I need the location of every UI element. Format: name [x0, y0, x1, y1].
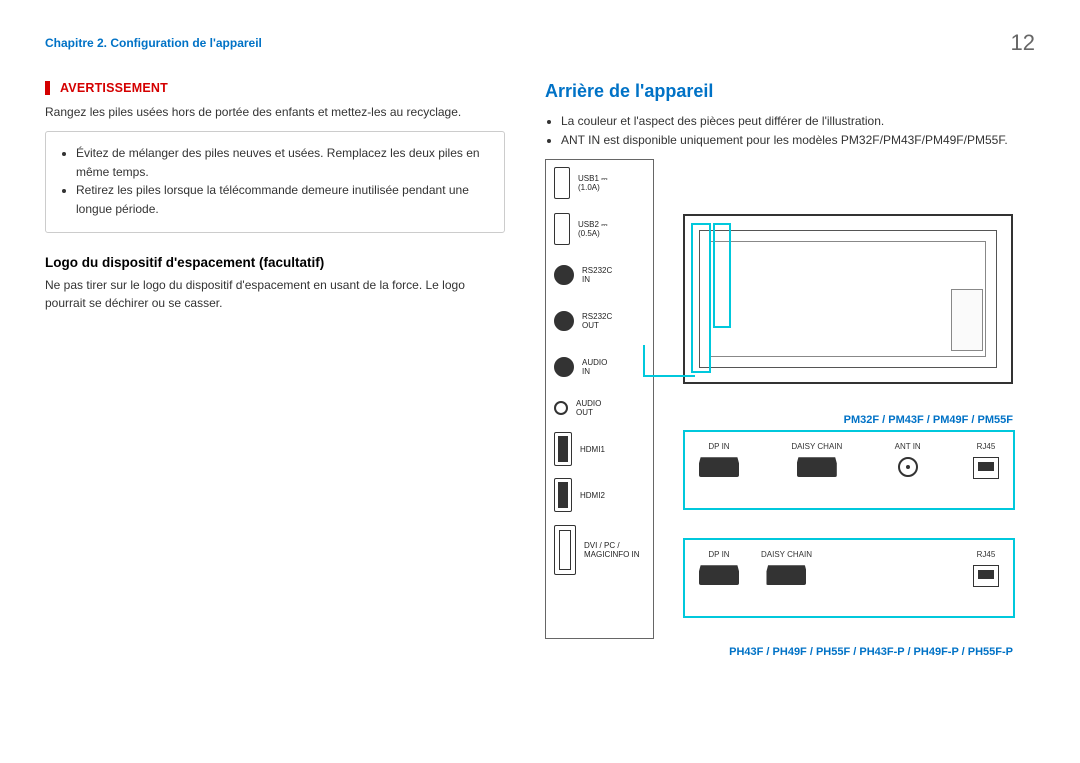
port-audio-out: AUDIO OUT [546, 390, 653, 426]
rs232c-out-label: RS232C OUT [582, 312, 612, 330]
port-hdmi1: HDMI1 [546, 426, 653, 472]
logo-spacer-text: Ne pas tirer sur le logo du dispositif d… [45, 276, 505, 312]
product-variant-label-top: PM32F / PM43F / PM49F / PM55F [683, 414, 1015, 426]
vertical-port-panel: USB1 ⎓ (1.0A) USB2 ⎓ (0.5A) RS232C IN RS232… [545, 159, 654, 639]
connector-lead [643, 345, 693, 375]
logo-spacer-heading: Logo du dispositif d'espacement (faculta… [45, 255, 505, 270]
warning-bullet: Retirez les piles lorsque la télécommand… [76, 181, 490, 218]
dp-in-label: DP IN [708, 442, 729, 451]
daisy-chain-label: DAISY CHAIN [761, 550, 812, 559]
warning-bullet-box: Évitez de mélanger des piles neuves et u… [45, 131, 505, 233]
rs232c-out-port-icon [554, 311, 574, 331]
port-usb1: USB1 ⎓ (1.0A) [546, 160, 653, 206]
highlight-box [713, 223, 731, 328]
io-ant-in: ANT IN [895, 442, 921, 508]
io-dp-in: DP IN [699, 442, 739, 508]
daisy-chain-port-icon [766, 565, 806, 585]
port-dvi: DVI / PC / MAGICINFO IN [546, 518, 653, 582]
audio-in-port-icon [554, 357, 574, 377]
warning-title: AVERTISSEMENT [60, 81, 505, 95]
rear-diagram: USB1 ⎓ (1.0A) USB2 ⎓ (0.5A) RS232C IN RS232… [545, 159, 1025, 679]
hdmi1-label: HDMI1 [580, 445, 605, 454]
rear-bullet: ANT IN est disponible uniquement pour le… [561, 131, 1035, 150]
usb1-label: USB1 ⎓ (1.0A) [578, 174, 608, 192]
rear-device-heading: Arrière de l'appareil [545, 81, 1035, 102]
dp-in-port-icon [699, 565, 739, 585]
port-hdmi2: HDMI2 [546, 472, 653, 518]
usb2-port-icon [554, 213, 570, 245]
io-dp-in: DP IN [699, 550, 739, 616]
product-variant-label-bottom: PH43F / PH49F / PH55F / PH43F-P / PH49F-… [683, 646, 1013, 658]
daisy-chain-port-icon [797, 457, 837, 477]
rs232c-in-label: RS232C IN [582, 266, 612, 284]
rj45-port-icon [973, 565, 999, 587]
dvi-port-icon [554, 525, 576, 575]
highlighted-ports [691, 223, 751, 375]
daisy-chain-label: DAISY CHAIN [791, 442, 842, 451]
slot-back [951, 289, 983, 351]
left-column: AVERTISSEMENT Rangez les piles usées hor… [45, 81, 505, 679]
io-rj45: RJ45 [973, 442, 999, 508]
dvi-label: DVI / PC / MAGICINFO IN [584, 541, 640, 559]
page-number: 12 [1011, 30, 1035, 56]
chapter-title: Chapitre 2. Configuration de l'appareil [45, 36, 262, 50]
warning-bullet: Évitez de mélanger des piles neuves et u… [76, 144, 490, 181]
audio-in-label: AUDIO IN [582, 358, 607, 376]
dp-in-port-icon [699, 457, 739, 477]
io-daisy-chain: DAISY CHAIN [761, 550, 812, 616]
port-audio-in: AUDIO IN [546, 344, 653, 390]
port-rs232c-out: RS232C OUT [546, 298, 653, 344]
io-box-ph: DP IN DAISY CHAIN RJ45 [683, 538, 1015, 618]
rear-bullet: La couleur et l'aspect des pièces peut d… [561, 112, 1035, 131]
rj45-label: RJ45 [977, 442, 996, 451]
rj45-label: RJ45 [977, 550, 996, 559]
page-header: Chapitre 2. Configuration de l'appareil … [45, 30, 1035, 56]
dp-in-label: DP IN [708, 550, 729, 559]
rj45-port-icon [973, 457, 999, 479]
ant-in-port-icon [898, 457, 918, 477]
hdmi2-label: HDMI2 [580, 491, 605, 500]
audio-out-label: AUDIO OUT [576, 399, 601, 417]
ant-in-label: ANT IN [895, 442, 921, 451]
warning-block: AVERTISSEMENT [45, 81, 505, 95]
bottom-io-panels: PM32F / PM43F / PM49F / PM55F DP IN DAISY… [683, 414, 1015, 658]
port-usb2: USB2 ⎓ (0.5A) [546, 206, 653, 252]
hdmi2-port-icon [554, 478, 572, 512]
rs232c-in-port-icon [554, 265, 574, 285]
right-column: Arrière de l'appareil La couleur et l'as… [545, 81, 1035, 679]
io-box-pm: DP IN DAISY CHAIN ANT IN RJ45 [683, 430, 1015, 510]
warning-text: Rangez les piles usées hors de portée de… [45, 103, 505, 121]
usb2-label: USB2 ⎓ (0.5A) [578, 220, 608, 238]
hdmi1-port-icon [554, 432, 572, 466]
port-rs232c-in: RS232C IN [546, 252, 653, 298]
io-daisy-chain: DAISY CHAIN [791, 442, 842, 508]
audio-out-port-icon [554, 401, 568, 415]
usb1-port-icon [554, 167, 570, 199]
io-rj45: RJ45 [973, 550, 999, 616]
